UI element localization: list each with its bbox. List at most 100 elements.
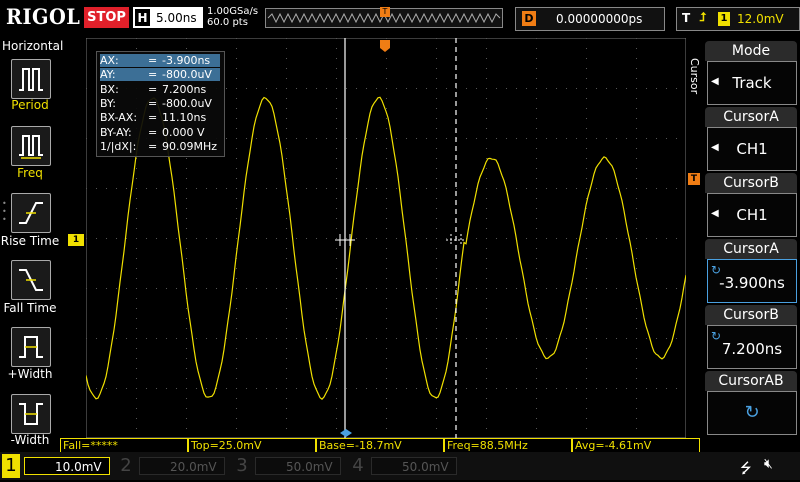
grid-dot — [436, 98, 437, 99]
grid-dot — [136, 288, 137, 289]
grid-dot — [586, 118, 587, 119]
grid-dot — [656, 188, 657, 189]
grid-dot — [436, 168, 437, 169]
mode-selector[interactable]: ◀ Track — [707, 61, 797, 105]
grid-dot — [286, 38, 287, 39]
grid-dot — [136, 238, 137, 239]
cursor-b-source-selector[interactable]: ◀ CH1 — [707, 193, 797, 237]
grid-dot — [136, 228, 137, 229]
grid-dot — [536, 288, 537, 289]
grid-dot — [426, 88, 427, 89]
cursor-a-source-selector[interactable]: ◀ CH1 — [707, 127, 797, 171]
grid-dot — [126, 288, 127, 289]
grid-dot — [236, 408, 237, 409]
grid-dot — [286, 218, 287, 219]
grid-dot — [386, 158, 387, 159]
grid-dot — [286, 288, 287, 289]
measure-fall[interactable]: Fall=***** — [60, 438, 188, 452]
grid-dot — [186, 368, 187, 369]
grid-dot — [386, 268, 387, 269]
grid-dot — [186, 358, 187, 359]
grid-dot — [276, 188, 277, 189]
trigger-box[interactable]: T ⮥ 1 12.0mV — [676, 7, 800, 31]
fall-time-button[interactable] — [11, 260, 51, 300]
mode-value: Track — [732, 74, 772, 92]
grid-dot — [586, 188, 587, 189]
grid-dot — [406, 338, 407, 339]
grid-dot — [106, 338, 107, 339]
trigger-level-marker[interactable]: T — [688, 173, 700, 185]
grid-dot — [136, 268, 137, 269]
grid-dot — [286, 198, 287, 199]
run-stop-status[interactable]: STOP — [84, 7, 129, 28]
grid-dot — [406, 388, 407, 389]
grid-dot — [386, 168, 387, 169]
grid-dot — [346, 338, 347, 339]
grid-dot — [286, 418, 287, 419]
cursor-a-position-knob[interactable]: ↻ -3.900ns — [707, 259, 797, 303]
grid-dot — [236, 68, 237, 69]
grid-dot — [486, 308, 487, 309]
grid-dot — [436, 208, 437, 209]
grid-dot — [286, 108, 287, 109]
grid-dot — [216, 188, 217, 189]
measure-top[interactable]: Top=25.0mV — [188, 438, 316, 452]
timebase-box[interactable]: H 5.00ns — [133, 7, 203, 28]
grid-dot — [586, 168, 587, 169]
channel-2[interactable]: 2 20.0mV — [117, 454, 229, 478]
grid-dot — [586, 388, 587, 389]
grid-dot — [316, 338, 317, 339]
grid-dot — [526, 388, 527, 389]
grid-dot — [236, 318, 237, 319]
grid-dot — [486, 398, 487, 399]
channel-1[interactable]: 1 10.0mV — [2, 454, 114, 478]
rise-time-button[interactable] — [11, 193, 51, 233]
grid-dot — [196, 388, 197, 389]
grid-dot — [186, 38, 187, 39]
positive-width-button[interactable] — [11, 327, 51, 367]
cursor-ab-knob[interactable]: ↻ — [707, 391, 797, 435]
grid-dot — [236, 178, 237, 179]
grid-dot — [286, 308, 287, 309]
cursor-b-position-knob[interactable]: ↻ 7.200ns — [707, 325, 797, 369]
grid-dot — [536, 118, 537, 119]
speaker-mute-icon[interactable]: 🔇︎ — [764, 456, 773, 472]
grid-dot — [386, 68, 387, 69]
grid-dot — [666, 88, 667, 89]
channel-4-number: 4 — [352, 455, 364, 476]
grid-dot — [336, 398, 337, 399]
grid-dot — [636, 328, 637, 329]
grid-dot — [486, 78, 487, 79]
trigger-channel: 1 — [718, 12, 730, 26]
grid-dot — [496, 138, 497, 139]
grid-dot — [536, 208, 537, 209]
grid-dot — [466, 88, 467, 89]
negative-width-button[interactable] — [11, 394, 51, 434]
grid-dot — [636, 208, 637, 209]
freq-button[interactable] — [11, 126, 51, 166]
grid-dot — [656, 388, 657, 389]
grid-dot — [446, 238, 447, 239]
channel-4[interactable]: 4 50.0mV — [349, 454, 461, 478]
grid-dot — [336, 238, 337, 239]
period-button[interactable] — [11, 59, 51, 99]
channel-3[interactable]: 3 50.0mV — [233, 454, 345, 478]
grid-dot — [656, 338, 657, 339]
measure-freq[interactable]: Freq=88.5MHz — [444, 438, 572, 452]
grid-dot — [386, 258, 387, 259]
grid-dot — [666, 188, 667, 189]
grid-dot — [436, 48, 437, 49]
grid-dot — [336, 88, 337, 89]
grid-dot — [286, 268, 287, 269]
grid-dot — [536, 368, 537, 369]
grid-dot — [276, 238, 277, 239]
grid-dot — [486, 58, 487, 59]
grid-dot — [606, 88, 607, 89]
grid-dot — [496, 338, 497, 339]
grid-dot — [436, 218, 437, 219]
ch1-offset-marker[interactable]: 1 — [68, 234, 84, 246]
grid-dot — [386, 108, 387, 109]
delay-box[interactable]: D 0.00000000ps — [515, 7, 665, 31]
measure-avg[interactable]: Avg=-4.61mV — [572, 438, 700, 452]
measure-base[interactable]: Base=-18.7mV — [316, 438, 444, 452]
